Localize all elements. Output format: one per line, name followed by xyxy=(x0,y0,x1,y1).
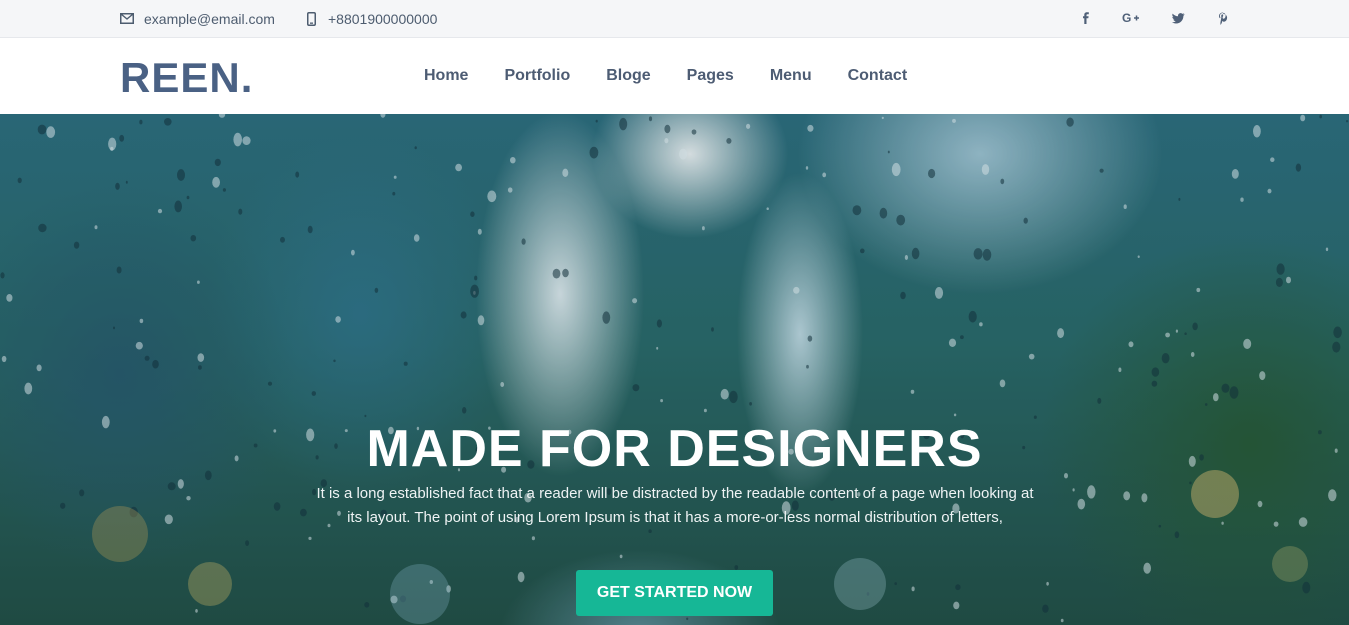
svg-text:G: G xyxy=(1122,11,1131,25)
hero-section: MADE FOR DESIGNERS It is a long establis… xyxy=(0,114,1349,625)
nav-pages[interactable]: Pages xyxy=(669,38,752,114)
nav-portfolio[interactable]: Portfolio xyxy=(486,38,588,114)
site-logo[interactable]: REEN. xyxy=(120,56,253,100)
nav-home[interactable]: Home xyxy=(406,38,486,114)
facebook-icon[interactable] xyxy=(1074,6,1098,35)
pinterest-icon[interactable] xyxy=(1211,6,1235,35)
hero-description: It is a long established fact that a rea… xyxy=(316,485,1034,526)
phone-contact[interactable]: +8801900000000 xyxy=(307,0,437,37)
nav-bloge[interactable]: Bloge xyxy=(588,38,668,114)
main-header: REEN. Home Portfolio Bloge Pages Menu Co… xyxy=(0,38,1349,114)
google-plus-icon[interactable]: G xyxy=(1119,6,1143,35)
main-nav: Home Portfolio Bloge Pages Menu Contact xyxy=(406,38,925,114)
hero-overlay xyxy=(0,114,1349,625)
mobile-phone-icon xyxy=(307,11,316,26)
nav-menu[interactable]: Menu xyxy=(752,38,830,114)
envelope-icon xyxy=(120,13,134,24)
email-text: example@email.com xyxy=(144,10,275,27)
get-started-button[interactable]: GET STARTED NOW xyxy=(576,570,773,616)
nav-contact[interactable]: Contact xyxy=(830,38,926,114)
top-bar: example@email.com +8801900000000 G xyxy=(0,0,1349,38)
hero-title: MADE FOR DESIGNERS xyxy=(366,420,983,478)
twitter-icon[interactable] xyxy=(1166,6,1190,35)
phone-text: +8801900000000 xyxy=(328,10,438,27)
email-contact[interactable]: example@email.com xyxy=(120,0,275,37)
